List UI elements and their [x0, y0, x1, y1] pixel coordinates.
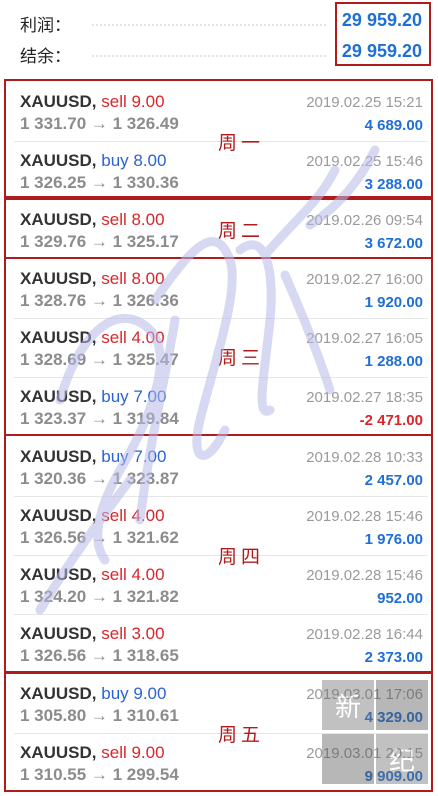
day-label-thursday: 周四 — [218, 546, 265, 568]
dotted-leader — [92, 55, 326, 57]
day-label-wednesday: 周三 — [218, 347, 265, 369]
seal-stamp: 新 纪 — [320, 678, 430, 786]
day-label-tuesday: 周二 — [218, 220, 265, 242]
balance-label: 结余： — [20, 47, 71, 67]
summary-highlight-box — [335, 2, 431, 66]
dotted-leader — [92, 24, 326, 26]
day-label-monday: 周一 — [218, 132, 265, 154]
day-label-friday: 周五 — [218, 724, 265, 746]
profit-label: 利润： — [20, 16, 71, 36]
